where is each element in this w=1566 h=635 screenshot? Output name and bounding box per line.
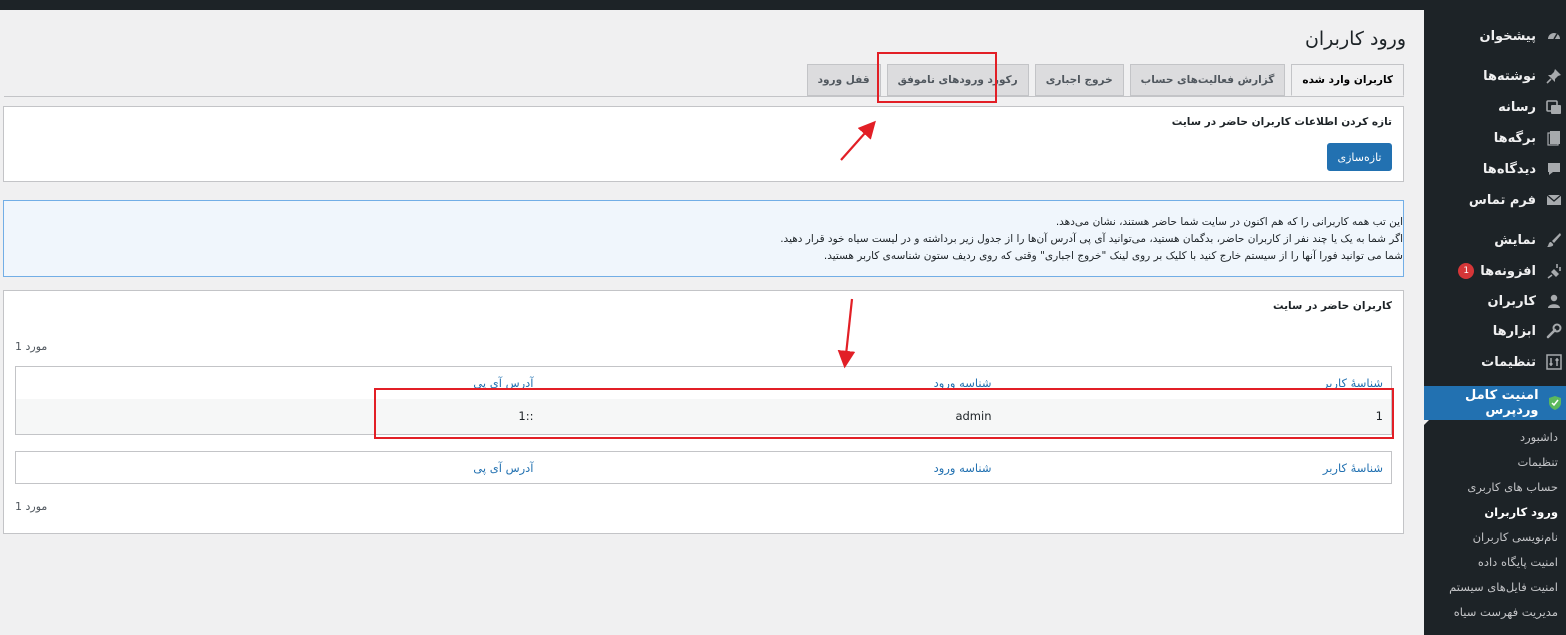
items-count-top: 1 مورد [15, 340, 48, 353]
table-row: 1 admin ::1 [15, 398, 1392, 435]
users-icon [1544, 291, 1564, 311]
sidebar-item-pages[interactable]: برگه‌ها [1424, 124, 1566, 152]
tabs-divider [4, 96, 1404, 97]
submenu-item-settings[interactable]: تنظیمات [1424, 450, 1566, 474]
online-users-title: کاربران حاضر در سایت [1272, 300, 1392, 312]
settings-icon [1544, 352, 1564, 372]
sidebar-item-users[interactable]: کاربران [1424, 287, 1566, 315]
online-users-table: شناسهٔ کاربر شناسه ورود آدرس آی پی 1 adm… [15, 366, 1392, 435]
sidebar-item-dashboard[interactable]: پیشخوان [1424, 22, 1566, 50]
sidebar-item-comments[interactable]: دیدگاه‌ها [1424, 155, 1566, 183]
mail-icon [1544, 190, 1564, 210]
cell-login: admin [955, 409, 992, 424]
cell-user-id[interactable]: 1 [992, 399, 1392, 435]
tab-account-activity-log[interactable]: گزارش فعالیت‌های حساب [1129, 64, 1286, 96]
column-header-user-id[interactable]: شناسهٔ کاربر [992, 367, 1392, 399]
sidebar-item-full-security[interactable]: امنیت کامل وردپرس [1424, 386, 1566, 420]
page-title: ورود کاربران [1304, 28, 1406, 50]
tab-logged-in-users[interactable]: کاربران وارد شده [1291, 64, 1404, 96]
submenu-item-blacklist-manager[interactable]: مدیریت فهرست سیاه [1424, 600, 1566, 624]
tab-bar: قفل ورود رکورد ورودهای ناموفق خروج اجبار… [806, 64, 1404, 96]
sidebar-item-appearance[interactable]: نمایش [1424, 226, 1566, 254]
admin-sidebar: پیشخوان نوشته‌ها رسانه برگه‌ها دیدگاه‌ها… [1423, 10, 1566, 635]
tab-login-lockout[interactable]: قفل ورود [806, 64, 881, 96]
column-header-ip[interactable]: آدرس آی پی [16, 367, 533, 399]
refresh-panel-title: تازه کردن اطلاعات کاربران حاضر در سایت [1171, 116, 1392, 128]
column-footer-ip[interactable]: آدرس آی پی [16, 452, 533, 484]
submenu-item-user-registration[interactable]: نام‌نویسی کاربران [1424, 525, 1566, 549]
items-count-bottom: 1 مورد [15, 500, 48, 513]
shield-icon [1547, 393, 1564, 413]
submenu-item-dashboard[interactable]: داشبورد [1424, 425, 1566, 449]
notice-line: اگر شما به یک یا چند نفر از کاربران حاضر… [780, 233, 1403, 245]
column-footer-user-id[interactable]: شناسهٔ کاربر [992, 452, 1392, 484]
media-icon [1544, 97, 1564, 117]
tab-failed-login-records[interactable]: رکورد ورودهای ناموفق [886, 64, 1029, 96]
appearance-icon [1544, 230, 1564, 250]
comments-icon [1544, 159, 1564, 179]
cell-ip: ::1 [518, 409, 534, 424]
sidebar-item-posts[interactable]: نوشته‌ها [1424, 62, 1566, 90]
table-header-row: شناسهٔ کاربر شناسه ورود آدرس آی پی [16, 367, 1392, 399]
submenu-item-database-security[interactable]: امنیت پایگاه داده [1424, 550, 1566, 574]
sidebar-item-contact-form[interactable]: فرم تماس [1424, 186, 1566, 214]
column-footer-login[interactable]: شناسه ورود [534, 452, 992, 484]
dashboard-icon [1544, 26, 1564, 46]
refresh-button[interactable]: تازه‌سازی [1327, 143, 1392, 171]
submenu-item-user-login[interactable]: ورود کاربران [1424, 500, 1566, 524]
notice-line: این تب همه کاربرانی را که هم اکنون در سا… [1055, 216, 1403, 228]
submenu-item-filesystem-security[interactable]: امنیت فایل‌های سیستم [1424, 575, 1566, 599]
plugins-update-badge: 1 [1458, 263, 1475, 279]
table-footer-row: شناسهٔ کاربر شناسه ورود آدرس آی پی [16, 452, 1392, 484]
column-header-login[interactable]: شناسه ورود [534, 367, 992, 399]
sidebar-item-settings[interactable]: تنظیمات [1424, 348, 1566, 376]
admin-bar [0, 0, 1566, 10]
online-users-table-footer: شناسهٔ کاربر شناسه ورود آدرس آی پی [15, 451, 1392, 484]
refresh-panel: تازه کردن اطلاعات کاربران حاضر در سایت ت… [3, 106, 1404, 182]
notice-line: شما می توانید فورا آنها را از سیستم خارج… [823, 250, 1403, 262]
tools-icon [1544, 321, 1564, 341]
info-notice: این تب همه کاربرانی را که هم اکنون در سا… [3, 200, 1404, 277]
pages-icon [1544, 128, 1564, 148]
plugins-icon [1544, 261, 1564, 281]
sidebar-item-tools[interactable]: ابزارها [1424, 317, 1566, 345]
submenu-item-user-accounts[interactable]: حساب های کاربری [1424, 475, 1566, 499]
sidebar-item-media[interactable]: رسانه [1424, 93, 1566, 121]
pin-icon [1544, 66, 1564, 86]
sidebar-item-plugins[interactable]: افزونه‌ها 1 [1424, 257, 1566, 285]
tab-force-logout[interactable]: خروج اجباری [1034, 64, 1124, 96]
